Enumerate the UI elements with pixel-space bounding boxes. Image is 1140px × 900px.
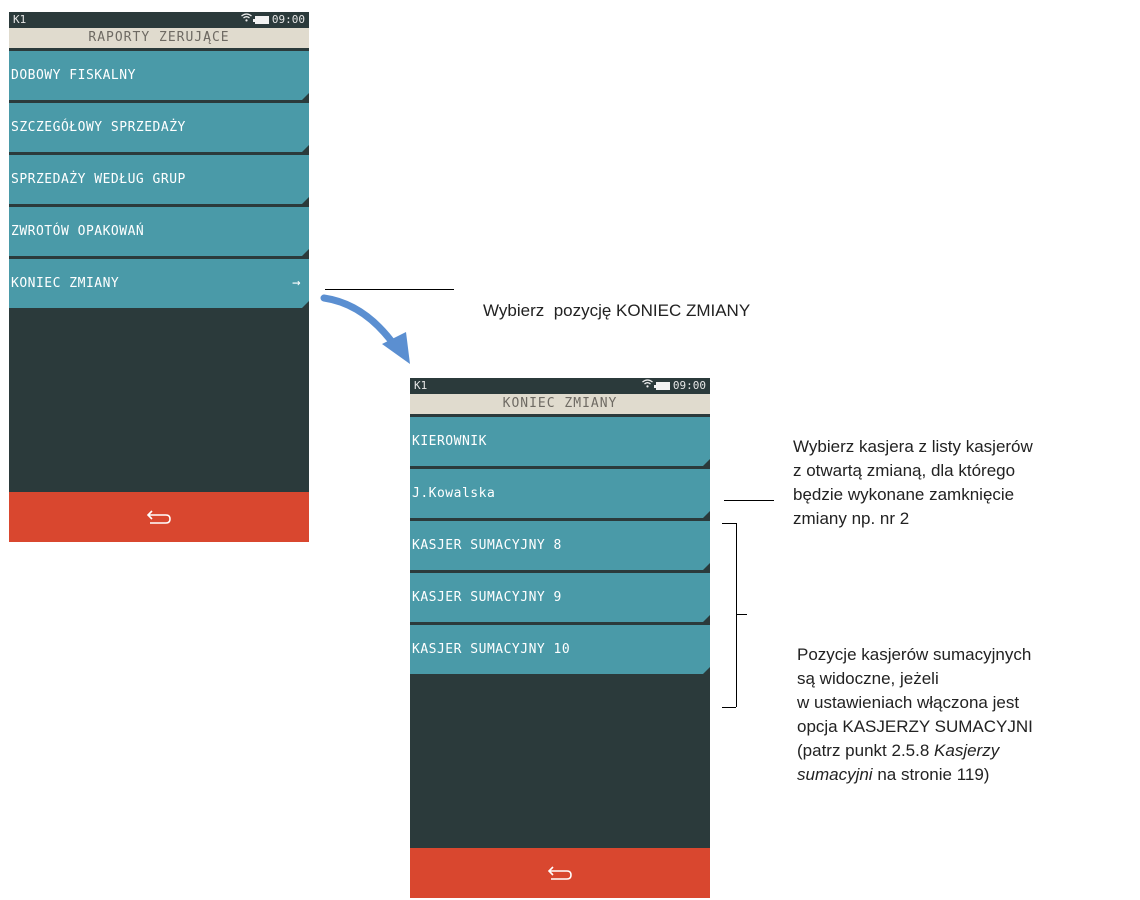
annotation-line: (patrz punkt 2.5.8 Kasjerzy — [797, 741, 1000, 760]
menu-item-label: SZCZEGÓŁOWY SPRZEDAŻY — [11, 120, 186, 135]
menu-item-kierownik[interactable]: KIEROWNIK — [410, 417, 710, 466]
status-bar: K1 09:00 — [9, 12, 309, 28]
menu-item-label: ZWROTÓW OPAKOWAŃ — [11, 224, 145, 239]
annotation-select-shift-end: Wybierz pozycję KONIEC ZMIANY — [483, 301, 751, 320]
callout-line — [724, 500, 774, 501]
battery-icon — [252, 16, 269, 24]
annotation-line: Pozycje kasjerów sumacyjnych — [797, 645, 1032, 664]
wifi-icon — [240, 12, 252, 28]
menu-item-label: KIEROWNIK — [412, 434, 487, 449]
menu-item-label: KASJER SUMACYJNY 8 — [412, 538, 562, 553]
menu-item-label: DOBOWY FISKALNY — [11, 68, 136, 83]
return-arrow-icon — [547, 865, 573, 881]
annotation-line: z otwartą zmianą, dla którego — [793, 461, 1016, 480]
flow-arrow-icon — [320, 294, 410, 364]
arrow-right-icon: → — [292, 275, 301, 291]
screen-koniec-zmiany: K1 09:00 KONIEC ZMIANY KIEROWNIK J.Kowal… — [410, 378, 710, 898]
annotation-line: sumacyjni na stronie 119) — [797, 765, 990, 784]
terminal-id: K1 — [414, 379, 428, 392]
menu-item-j-kowalska[interactable]: J.Kowalska — [410, 469, 710, 518]
menu-item-kasjer-sumacyjny-9[interactable]: KASJER SUMACYJNY 9 — [410, 573, 710, 622]
clock: 09:00 — [672, 379, 706, 392]
annotation-line: w ustawieniach włączona jest — [797, 693, 1020, 712]
annotation-line: zmiany np. nr 2 — [793, 509, 910, 528]
menu-item-zwrotow-opakowan[interactable]: ZWROTÓW OPAKOWAŃ — [9, 207, 309, 256]
annotation-line: są widoczne, jeżeli — [797, 669, 939, 688]
menu-item-szczegolowy-sprzedazy[interactable]: SZCZEGÓŁOWY SPRZEDAŻY — [9, 103, 309, 152]
annotation-select-cashier: Wybierz kasjera z listy kasjerów z otwar… — [793, 435, 1033, 531]
menu-item-dobowy-fiskalny[interactable]: DOBOWY FISKALNY — [9, 51, 309, 100]
menu-item-kasjer-sumacyjny-10[interactable]: KASJER SUMACYJNY 10 — [410, 625, 710, 674]
screen-raporty-zerujace: K1 09:00 RAPORTY ZERUJĄCE DOBOWY FISKALN… — [9, 12, 309, 542]
clock: 09:00 — [271, 13, 305, 26]
menu-item-label: SPRZEDAŻY WEDŁUG GRUP — [11, 172, 186, 187]
menu-item-kasjer-sumacyjny-8[interactable]: KASJER SUMACYJNY 8 — [410, 521, 710, 570]
annotation-summary-cashiers: Pozycje kasjerów sumacyjnych są widoczne… — [797, 643, 1033, 787]
menu-item-label: J.Kowalska — [412, 486, 496, 501]
menu-item-sprzedazy-wedlug-grup[interactable]: SPRZEDAŻY WEDŁUG GRUP — [9, 155, 309, 204]
wifi-icon — [641, 378, 653, 394]
menu-item-label: KONIEC ZMIANY — [11, 276, 120, 291]
annotation-line: Wybierz kasjera z listy kasjerów — [793, 437, 1033, 456]
menu-item-koniec-zmiany[interactable]: KONIEC ZMIANY → — [9, 259, 309, 308]
return-arrow-icon — [146, 509, 172, 525]
menu-item-label: KASJER SUMACYJNY 10 — [412, 642, 571, 657]
menu-item-label: KASJER SUMACYJNY 9 — [412, 590, 562, 605]
battery-icon — [653, 382, 670, 390]
terminal-id: K1 — [13, 13, 27, 26]
page-title: RAPORTY ZERUJĄCE — [9, 28, 309, 48]
callout-line — [325, 289, 454, 290]
back-button[interactable] — [410, 848, 710, 898]
status-bar: K1 09:00 — [410, 378, 710, 394]
back-button[interactable] — [9, 492, 309, 542]
annotation-line: będzie wykonane zamknięcie — [793, 485, 1015, 504]
page-title: KONIEC ZMIANY — [410, 394, 710, 414]
annotation-line: opcja KASJERZY SUMACYJNI — [797, 717, 1033, 736]
